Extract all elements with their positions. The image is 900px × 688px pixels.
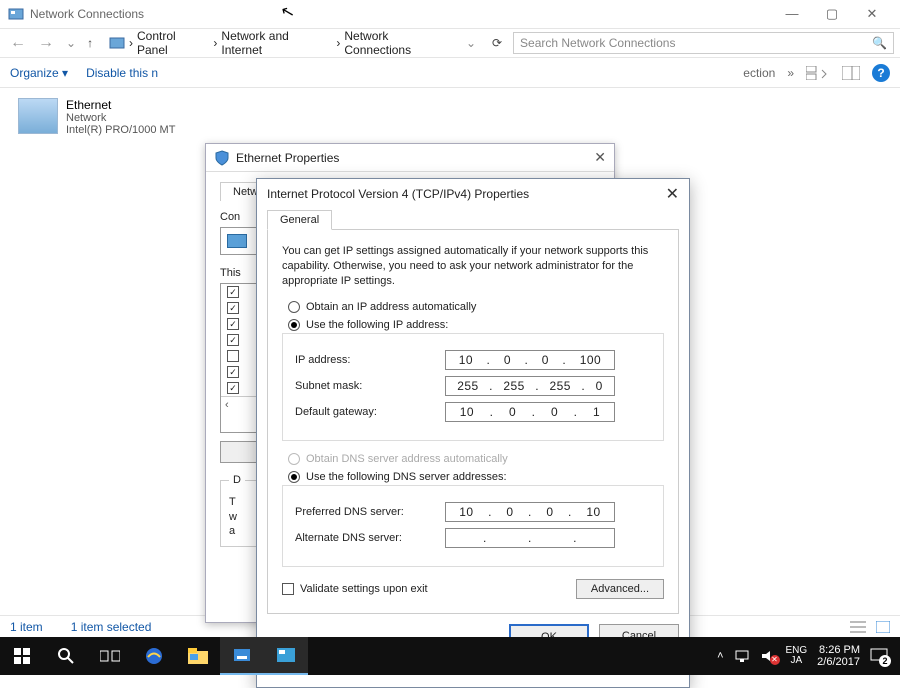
- ipv4-dialog-close[interactable]: ✕: [666, 184, 679, 204]
- task-view-button[interactable]: [88, 637, 132, 675]
- ethernet-dialog-title: Ethernet Properties: [236, 151, 339, 165]
- scroll-left-icon[interactable]: ‹: [225, 399, 229, 411]
- search-icon: 🔍: [872, 36, 887, 50]
- help-icon[interactable]: ?: [872, 64, 890, 82]
- action-center-icon[interactable]: 2: [870, 648, 888, 664]
- ipv4-dialog-title: Internet Protocol Version 4 (TCP/IPv4) P…: [267, 187, 529, 201]
- crumb-network-connections[interactable]: Network Connections: [344, 29, 458, 57]
- language-indicator[interactable]: ENG JA: [786, 646, 808, 667]
- tab-general[interactable]: General: [267, 210, 332, 230]
- connect-using-label: Con: [220, 211, 240, 223]
- status-item-selected: 1 item selected: [71, 620, 152, 634]
- tray-volume-icon[interactable]: ✕: [760, 649, 776, 663]
- subnet-mask-label: Subnet mask:: [295, 380, 445, 392]
- taskbar-ie[interactable]: [132, 637, 176, 675]
- subnet-mask-input[interactable]: 255.255.255.0: [445, 376, 615, 396]
- nav-up[interactable]: ↑: [80, 36, 100, 50]
- adapter-device: Intel(R) PRO/1000 MT: [66, 124, 175, 136]
- history-dropdown[interactable]: ⌄: [66, 36, 76, 50]
- command-bar: Organize ▾ Disable this n ection » ?: [0, 58, 900, 88]
- intro-text: You can get IP settings assigned automat…: [282, 244, 664, 289]
- toolbar-truncated[interactable]: ection: [743, 66, 775, 80]
- checkbox-icon[interactable]: ✓: [227, 334, 239, 346]
- ipv4-dialog-titlebar[interactable]: Internet Protocol Version 4 (TCP/IPv4) P…: [257, 179, 689, 209]
- adapter-type: Network: [66, 112, 175, 124]
- ethernet-dialog-titlebar[interactable]: Ethernet Properties ✕: [206, 144, 614, 172]
- radio-obtain-dns-auto: Obtain DNS server address automatically: [288, 453, 664, 465]
- tray-network-icon[interactable]: [734, 649, 750, 663]
- default-gateway-label: Default gateway:: [295, 406, 445, 418]
- radio-icon: [288, 453, 300, 465]
- status-item-count: 1 item: [10, 620, 43, 634]
- tray-chevron-up-icon[interactable]: ˄: [717, 650, 723, 662]
- search-button[interactable]: [44, 637, 88, 675]
- window-title: Network Connections: [30, 7, 144, 21]
- radio-icon: [288, 471, 300, 483]
- crumb-dropdown[interactable]: ⌄: [466, 36, 476, 50]
- advanced-button[interactable]: Advanced...: [576, 579, 664, 599]
- breadcrumb[interactable]: › Control Panel › Network and Internet ›…: [104, 28, 481, 58]
- description-legend: D: [229, 473, 245, 487]
- adapter-item-ethernet[interactable]: Ethernet Network Intel(R) PRO/1000 MT: [18, 98, 218, 136]
- system-tray: ˄ ✕ ENG JA 8:26 PM 2/6/2017 2: [717, 644, 900, 668]
- ip-address-input[interactable]: 10.0.0.100: [445, 350, 615, 370]
- dns-group: Preferred DNS server: 10.0.0.10 Alternat…: [282, 485, 664, 567]
- checkbox-icon[interactable]: ✓: [227, 382, 239, 394]
- checkbox-icon[interactable]: [227, 350, 239, 362]
- refresh-button[interactable]: ⟳: [485, 36, 509, 50]
- radio-use-following-ip[interactable]: Use the following IP address:: [288, 319, 664, 331]
- search-placeholder: Search Network Connections: [520, 36, 675, 50]
- content-area: Ethernet Network Intel(R) PRO/1000 MT Et…: [0, 88, 900, 637]
- radio-icon: [288, 319, 300, 331]
- large-icons-view-icon[interactable]: [876, 621, 890, 633]
- drive-icon: [109, 35, 125, 51]
- preview-pane-icon[interactable]: [842, 66, 860, 80]
- crumb-control-panel[interactable]: Control Panel: [137, 29, 209, 57]
- adapter-name: Ethernet: [66, 98, 175, 112]
- taskbar-network-settings[interactable]: [220, 637, 264, 675]
- ethernet-dialog-close[interactable]: ✕: [594, 149, 606, 166]
- validate-label: Validate settings upon exit: [300, 583, 428, 595]
- view-layout-icon[interactable]: [806, 66, 830, 80]
- ipv4-properties-dialog: Internet Protocol Version 4 (TCP/IPv4) P…: [256, 178, 690, 688]
- radio-use-following-dns[interactable]: Use the following DNS server addresses:: [288, 471, 664, 483]
- alternate-dns-input[interactable]: ...: [445, 528, 615, 548]
- nav-forward[interactable]: →: [34, 34, 58, 52]
- clock[interactable]: 8:26 PM 2/6/2017: [817, 644, 860, 668]
- alternate-dns-label: Alternate DNS server:: [295, 532, 445, 544]
- taskbar-explorer[interactable]: [176, 637, 220, 675]
- ip-address-label: IP address:: [295, 354, 445, 366]
- adapter-icon: [18, 98, 58, 134]
- preferred-dns-label: Preferred DNS server:: [295, 506, 445, 518]
- checkbox-icon[interactable]: ✓: [227, 366, 239, 378]
- radio-obtain-ip-auto[interactable]: Obtain an IP address automatically: [288, 301, 664, 313]
- nic-icon: [227, 234, 247, 248]
- checkbox-icon[interactable]: ✓: [227, 286, 239, 298]
- checkbox-icon[interactable]: ✓: [227, 318, 239, 330]
- disable-device-button[interactable]: Disable this n: [86, 66, 158, 80]
- shield-icon: [214, 150, 230, 166]
- taskbar: ˄ ✕ ENG JA 8:26 PM 2/6/2017 2: [0, 637, 900, 675]
- details-view-icon[interactable]: [850, 621, 866, 633]
- radio-icon: [288, 301, 300, 313]
- validate-checkbox[interactable]: [282, 583, 294, 595]
- window-titlebar: Network Connections — ▢ ✕: [0, 0, 900, 28]
- window-close[interactable]: ✕: [852, 1, 892, 27]
- organize-menu[interactable]: Organize ▾: [10, 66, 68, 80]
- checkbox-icon[interactable]: ✓: [227, 302, 239, 314]
- start-button[interactable]: [0, 637, 44, 675]
- toolbar-more[interactable]: »: [787, 66, 794, 80]
- search-input[interactable]: Search Network Connections 🔍: [513, 32, 894, 54]
- ip-address-group: IP address: 10.0.0.100 Subnet mask: 255.…: [282, 333, 664, 441]
- nav-back[interactable]: ←: [6, 34, 30, 52]
- crumb-network-internet[interactable]: Network and Internet: [221, 29, 332, 57]
- window-minimize[interactable]: —: [772, 1, 812, 27]
- address-bar: ← → ⌄ ↑ › Control Panel › Network and In…: [0, 28, 900, 58]
- taskbar-control-panel[interactable]: [264, 637, 308, 675]
- window-icon: [8, 6, 24, 22]
- window-maximize[interactable]: ▢: [812, 1, 852, 27]
- default-gateway-input[interactable]: 10.0.0.1: [445, 402, 615, 422]
- preferred-dns-input[interactable]: 10.0.0.10: [445, 502, 615, 522]
